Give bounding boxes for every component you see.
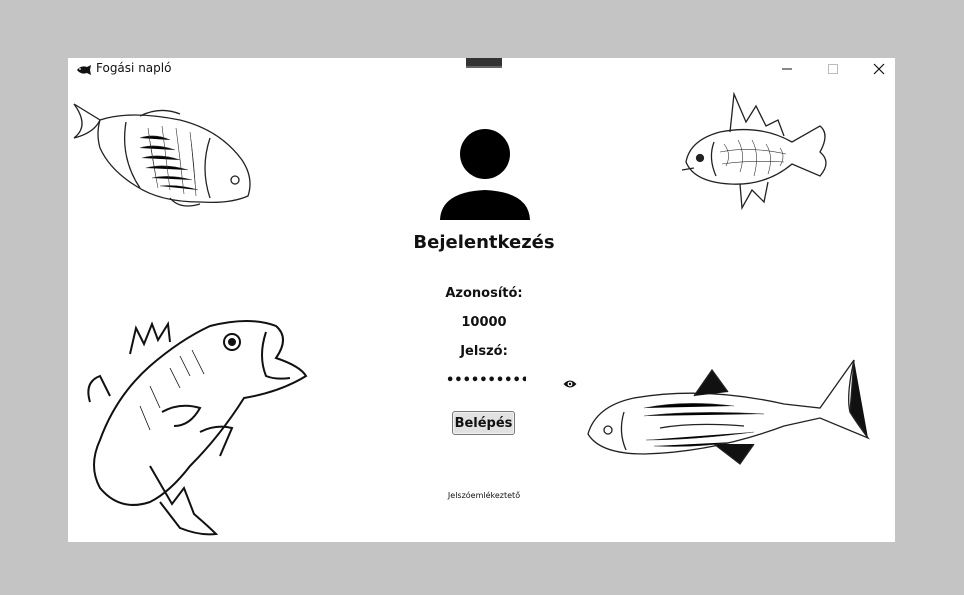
carp-illustration [70, 98, 256, 208]
app-window: Fogási napló Bejelentkezés Azonosító: 10… [68, 58, 895, 542]
eye-icon[interactable] [563, 376, 577, 388]
mackerel-illustration [584, 356, 870, 466]
login-button[interactable]: Belépés [452, 411, 515, 435]
password-input[interactable]: ••••••••••• [446, 371, 526, 391]
user-avatar-icon [439, 128, 531, 222]
perch-illustration [680, 92, 840, 212]
minimize-icon [782, 68, 792, 70]
close-button[interactable] [856, 58, 895, 80]
window-title: Fogási napló [96, 61, 172, 75]
bass-illustration [80, 316, 312, 538]
title-bar[interactable]: Fogási napló [68, 58, 895, 80]
id-label: Azonosító: [445, 286, 523, 301]
id-input[interactable]: 10000 [384, 315, 584, 330]
drag-handle[interactable] [466, 58, 502, 68]
close-icon [873, 63, 885, 75]
maximize-icon [828, 64, 838, 74]
password-label: Jelszó: [460, 344, 508, 359]
fish-icon [76, 63, 92, 75]
password-reminder-link[interactable]: Jelszóemlékeztető [414, 491, 554, 500]
minimize-button[interactable] [764, 58, 810, 80]
maximize-button[interactable] [810, 58, 856, 80]
login-title: Bejelentkezés [413, 232, 555, 253]
